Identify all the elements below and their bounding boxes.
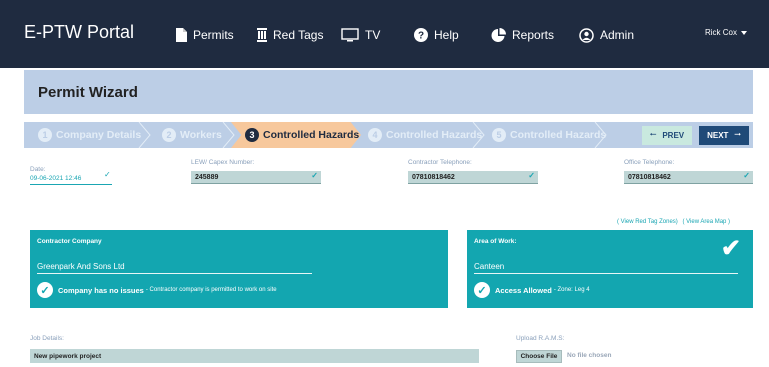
step-label: Company Details	[56, 129, 142, 141]
view-links: ( View Red Tag Zones) ( View Area Map )	[614, 219, 730, 225]
nav-permits-label: Permits	[193, 28, 234, 42]
contractor-status: ✓ Company has no issues - Contractor com…	[37, 282, 277, 298]
area-status-text: - Zone: Leg 4	[553, 287, 590, 293]
contractor-status-bold: Company has no issues	[58, 285, 144, 295]
check-icon: ✓	[743, 171, 750, 180]
monitor-icon	[341, 28, 359, 42]
tag-icon	[257, 28, 267, 42]
view-red-tag-link[interactable]: ( View Red Tag Zones)	[617, 219, 678, 225]
arrow-right-icon: 🠂	[734, 129, 741, 139]
office-tel-label: Office Telephone:	[624, 159, 675, 166]
nav-reports[interactable]: Reports	[491, 24, 554, 46]
date-label: Date:	[30, 166, 46, 173]
upload-rams-label: Upload R.A.M.S:	[516, 335, 565, 342]
job-details-value: New pipework project	[34, 353, 102, 360]
check-icon: ✔	[720, 235, 741, 262]
contractor-name: Greenpark And Sons Ltd	[37, 262, 125, 271]
prev-button[interactable]: 🠀 PREV	[642, 126, 692, 145]
step-3[interactable]: 3 Controlled Hazards	[231, 122, 361, 148]
nav-tv-label: TV	[365, 28, 381, 42]
contractor-status-text: - Contractor company is permitted to wor…	[145, 287, 277, 293]
office-tel-field[interactable]: 07810818462 ✓	[624, 171, 753, 184]
arrow-left-icon: 🠀	[649, 129, 657, 139]
contractor-panel-title: Contractor Company	[37, 238, 102, 245]
check-icon: ✓	[104, 170, 111, 179]
prev-label: PREV	[662, 131, 685, 140]
lew-label: LEW/ Capex Number:	[191, 159, 255, 166]
step-label: Controlled Hazards	[386, 129, 483, 141]
lew-value: 245889	[195, 174, 219, 181]
step-label: Controlled Hazards	[510, 129, 607, 141]
step-separator-icon	[472, 122, 485, 148]
job-details-label: Job Details:	[30, 335, 64, 342]
view-area-map-link[interactable]: ( View Area Map )	[682, 219, 730, 225]
pie-chart-icon	[491, 27, 506, 43]
next-label: NEXT	[707, 131, 729, 140]
check-icon: ✓	[528, 171, 535, 180]
step-label: Controlled Hazards	[263, 129, 360, 141]
contractor-tel-label: Contractor Telephone:	[408, 159, 472, 166]
step-2[interactable]: 2 Workers	[162, 122, 222, 148]
step-separator-icon	[594, 122, 607, 148]
date-underline	[30, 184, 112, 185]
step-label: Workers	[180, 129, 222, 141]
step-number: 1	[38, 128, 52, 142]
page-title: Permit Wizard	[38, 84, 138, 101]
area-status-bold: Access Allowed	[495, 285, 552, 295]
nav-admin[interactable]: Admin	[579, 24, 634, 46]
app-title[interactable]: E-PTW Portal	[24, 22, 134, 43]
choose-file-button[interactable]: Choose File	[516, 350, 562, 363]
divider	[474, 273, 738, 274]
job-details-field[interactable]: New pipework project	[30, 349, 479, 363]
no-file-text: No file chosen	[567, 352, 612, 359]
nav-admin-label: Admin	[600, 28, 635, 42]
user-name: Rick Cox	[705, 28, 738, 37]
user-circle-icon	[579, 27, 594, 43]
divider	[37, 273, 312, 274]
user-menu[interactable]: Rick Cox	[705, 28, 748, 37]
nav-tv[interactable]: TV	[341, 24, 380, 46]
document-icon	[176, 28, 187, 42]
check-circle-icon: ✓	[474, 282, 490, 298]
area-status: ✓ Access Allowed - Zone: Leg 4	[474, 282, 590, 298]
step-number: 3	[245, 128, 259, 142]
office-tel-value: 07810818462	[628, 174, 671, 181]
top-navbar: E-PTW Portal Permits Red Tags TV ? Help …	[0, 0, 769, 68]
contractor-tel-field[interactable]: 07810818462 ✓	[408, 171, 538, 184]
question-icon: ?	[414, 28, 428, 42]
step-5[interactable]: 5 Controlled Hazards	[492, 122, 606, 148]
step-separator-icon	[138, 122, 151, 148]
nav-help-label: Help	[434, 28, 459, 42]
contractor-panel: Contractor Company Greenpark And Sons Lt…	[30, 230, 448, 308]
step-number: 4	[368, 128, 382, 142]
chevron-down-icon	[741, 30, 748, 35]
step-number: 2	[162, 128, 176, 142]
next-button[interactable]: NEXT 🠂	[699, 126, 749, 145]
lew-field[interactable]: 245889 ✓	[191, 171, 321, 184]
step-number: 5	[492, 128, 506, 142]
wizard-steps: 1 Company Details 2 Workers 3 Controlled…	[24, 122, 753, 148]
nav-help[interactable]: ? Help	[414, 24, 459, 46]
date-field[interactable]: 09-06-2021 12:46	[30, 175, 81, 182]
check-icon: ✓	[311, 171, 318, 180]
step-separator-icon	[222, 122, 235, 148]
wizard-header: Permit Wizard	[24, 70, 753, 114]
area-name: Canteen	[474, 262, 505, 271]
area-panel: Area of Work: ✔ Canteen ✓ Access Allowed…	[467, 230, 753, 308]
nav-red-tags[interactable]: Red Tags	[257, 24, 323, 46]
check-circle-icon: ✓	[37, 282, 53, 298]
nav-permits[interactable]: Permits	[176, 24, 234, 46]
step-4[interactable]: 4 Controlled Hazards	[368, 122, 482, 148]
contractor-tel-value: 07810818462	[412, 174, 455, 181]
svg-text:?: ?	[418, 31, 424, 42]
nav-reports-label: Reports	[512, 28, 555, 42]
nav-red-tags-label: Red Tags	[273, 28, 324, 42]
area-panel-title: Area of Work:	[474, 238, 517, 245]
step-1[interactable]: 1 Company Details	[38, 122, 141, 148]
